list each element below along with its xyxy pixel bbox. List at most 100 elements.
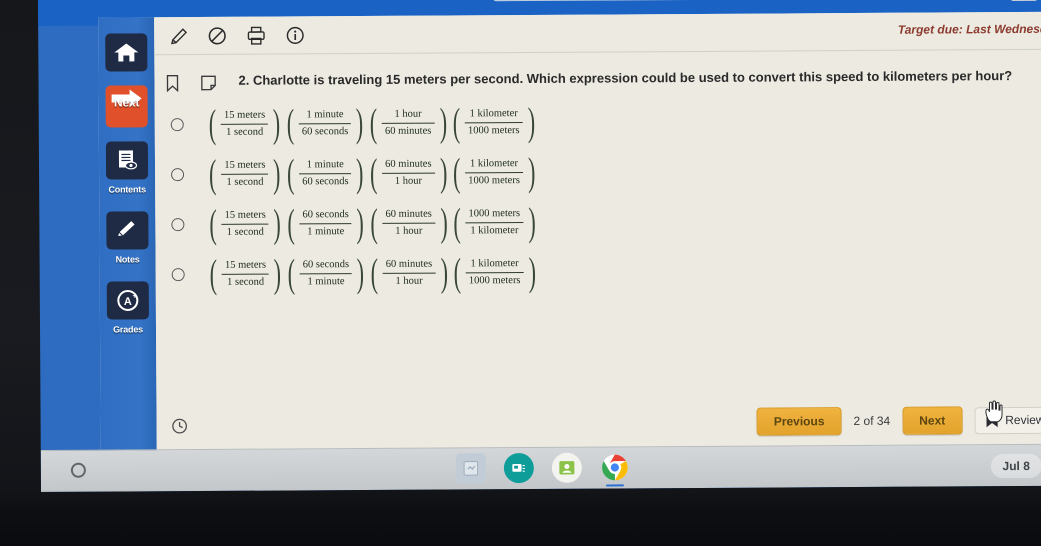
sidebar-item-label-notes: Notes	[115, 254, 140, 265]
grades-tile: A +	[106, 281, 149, 320]
fraction: 15 meters 1 second	[219, 159, 270, 189]
system-tray[interactable]: Jul 8	[990, 453, 1041, 479]
grade-a-icon: A +	[117, 289, 139, 311]
tray-date-label: Jul 8	[1002, 458, 1030, 474]
strikethrough-icon[interactable]	[206, 25, 228, 47]
fraction: 1 minute 60 seconds	[297, 158, 354, 188]
fraction-numerator: 1000 meters	[468, 208, 521, 220]
fraction-denominator: 1 kilometer	[470, 224, 519, 236]
radio-a[interactable]	[170, 117, 184, 131]
expression-d: (15 meters 1 second)(60 seconds 1 minute)(…	[207, 249, 539, 296]
answer-choice-b[interactable]: (15 meters 1 second)(1 minute 60 seconds)(…	[165, 144, 1041, 199]
fraction: 15 meters 1 second	[220, 259, 271, 289]
fraction: 1 minute 60 seconds	[297, 108, 354, 138]
fraction-denominator: 1000 meters	[468, 274, 521, 286]
fraction-denominator: 1 minute	[307, 275, 345, 287]
target-due-label: Target due: Last Wednesd	[897, 21, 1041, 37]
fraction-numerator: 60 seconds	[302, 209, 349, 221]
fraction: 15 meters 1 second	[220, 209, 271, 239]
answer-choice-d[interactable]: (15 meters 1 second)(60 seconds 1 minute)(…	[166, 244, 1041, 299]
sidebar-item-grades[interactable]: A + Grades	[105, 281, 151, 337]
fraction-numerator: 1 minute	[306, 109, 344, 121]
contacts-app-icon[interactable]	[551, 452, 582, 483]
fraction-denominator: 1 second	[226, 226, 264, 238]
sidebar-item-notes[interactable]: Notes	[104, 211, 150, 267]
fraction-denominator: 1000 meters	[468, 174, 520, 186]
clock-icon[interactable]	[171, 417, 189, 435]
fraction-numerator: 15 meters	[224, 109, 266, 122]
fraction-denominator: 1 hour	[394, 175, 423, 187]
classroom-app-icon[interactable]	[503, 452, 534, 484]
left-nav-rail: Next Contents Notes A + Grades	[98, 17, 157, 468]
fraction: 1 kilometer 1000 meters	[463, 157, 525, 187]
fraction: 60 seconds 1 minute	[297, 208, 354, 238]
fraction: 60 seconds 1 minute	[298, 258, 355, 288]
question-text: 2. Charlotte is traveling 15 meters per …	[238, 68, 1013, 88]
review-button[interactable]: Review	[974, 406, 1041, 434]
sidebar-item-contents[interactable]: Contents	[104, 141, 150, 197]
chrome-active-indicator	[605, 484, 624, 487]
sidebar-item-label-contents: Contents	[108, 184, 146, 195]
browser-tab-strip[interactable]	[492, 0, 694, 2]
sidebar-item-home[interactable]	[103, 17, 149, 72]
print-icon[interactable]	[245, 25, 267, 47]
chrome-app-icon[interactable]	[599, 452, 629, 487]
fraction: 60 minutes 1 hour	[380, 208, 437, 238]
fraction-numerator: 60 minutes	[385, 258, 433, 271]
notes-tile	[106, 211, 149, 250]
fraction-numerator: 15 meters	[224, 159, 266, 172]
sidebar-item-next[interactable]: Next	[104, 85, 150, 128]
fraction-numerator: 60 seconds	[302, 259, 350, 271]
fraction: 1 kilometer 1000 meters	[464, 257, 526, 287]
fraction-numerator: 1 kilometer	[469, 108, 518, 120]
fraction-denominator: 1 second	[226, 176, 264, 188]
fraction: 1 kilometer 1000 meters	[463, 107, 525, 137]
fraction-denominator: 1 hour	[395, 275, 423, 287]
fraction-denominator: 1000 meters	[467, 124, 520, 136]
fraction: 15 meters 1 second	[219, 109, 270, 139]
fraction: 60 minutes 1 hour	[380, 158, 437, 188]
fraction-denominator: 60 minutes	[384, 125, 432, 137]
expression-c: (15 meters 1 second)(60 seconds 1 minute)(…	[206, 199, 538, 246]
svg-text:A: A	[124, 296, 132, 308]
fraction-denominator: 60 seconds	[302, 175, 349, 187]
desk-shadow	[0, 490, 1041, 546]
fraction: 60 minutes 1 hour	[381, 258, 438, 288]
launcher-circle-icon[interactable]	[70, 462, 86, 478]
browser-window-control[interactable]	[1010, 0, 1038, 2]
radio-c[interactable]	[171, 217, 185, 231]
bookmark-icon[interactable]	[162, 73, 182, 93]
contents-icon	[118, 150, 138, 170]
expression-b: (15 meters 1 second)(1 minute 60 seconds)(…	[206, 149, 538, 196]
radio-b[interactable]	[171, 167, 185, 181]
fraction-bar	[382, 222, 435, 224]
highlighter-icon[interactable]	[168, 25, 190, 47]
bookmark-filled-icon	[986, 413, 998, 427]
fraction-bar	[382, 172, 435, 174]
next-tile: Next	[105, 85, 148, 128]
files-app-icon[interactable]	[455, 453, 486, 484]
note-flag-icon[interactable]	[198, 73, 218, 93]
fraction-denominator: 60 seconds	[301, 125, 349, 137]
sidebar-item-label-next: Next	[113, 95, 140, 110]
radio-d[interactable]	[171, 267, 185, 281]
page-counter: 2 of 34	[853, 413, 891, 429]
fraction-numerator: 1 minute	[306, 159, 344, 171]
fraction-denominator: 1 hour	[395, 225, 423, 237]
previous-button[interactable]: Previous	[756, 407, 842, 436]
answer-choice-c[interactable]: (15 meters 1 second)(60 seconds 1 minute)(…	[165, 194, 1041, 249]
files-glyph-icon	[463, 461, 478, 476]
chromebook-screen: Next Contents Notes A + Grades Target du…	[38, 0, 1041, 492]
question-content-area: Target due: Last Wednesd 2. Charlotte is…	[154, 11, 1041, 468]
photo-frame: Next Contents Notes A + Grades Target du…	[0, 0, 1041, 546]
fraction-bar	[382, 272, 436, 274]
answer-choice-a[interactable]: (15 meters 1 second)(1 minute 60 seconds)(…	[165, 94, 1041, 149]
fraction-numerator: 60 minutes	[385, 158, 432, 171]
review-label: Review	[1005, 412, 1041, 428]
next-button[interactable]: Next	[902, 406, 963, 435]
home-icon	[114, 43, 139, 62]
info-icon[interactable]	[284, 24, 306, 46]
classroom-glyph-icon	[512, 463, 525, 472]
expression-a: (15 meters 1 second)(1 minute 60 seconds)(…	[206, 99, 538, 146]
chrome-glyph-icon	[601, 454, 628, 481]
